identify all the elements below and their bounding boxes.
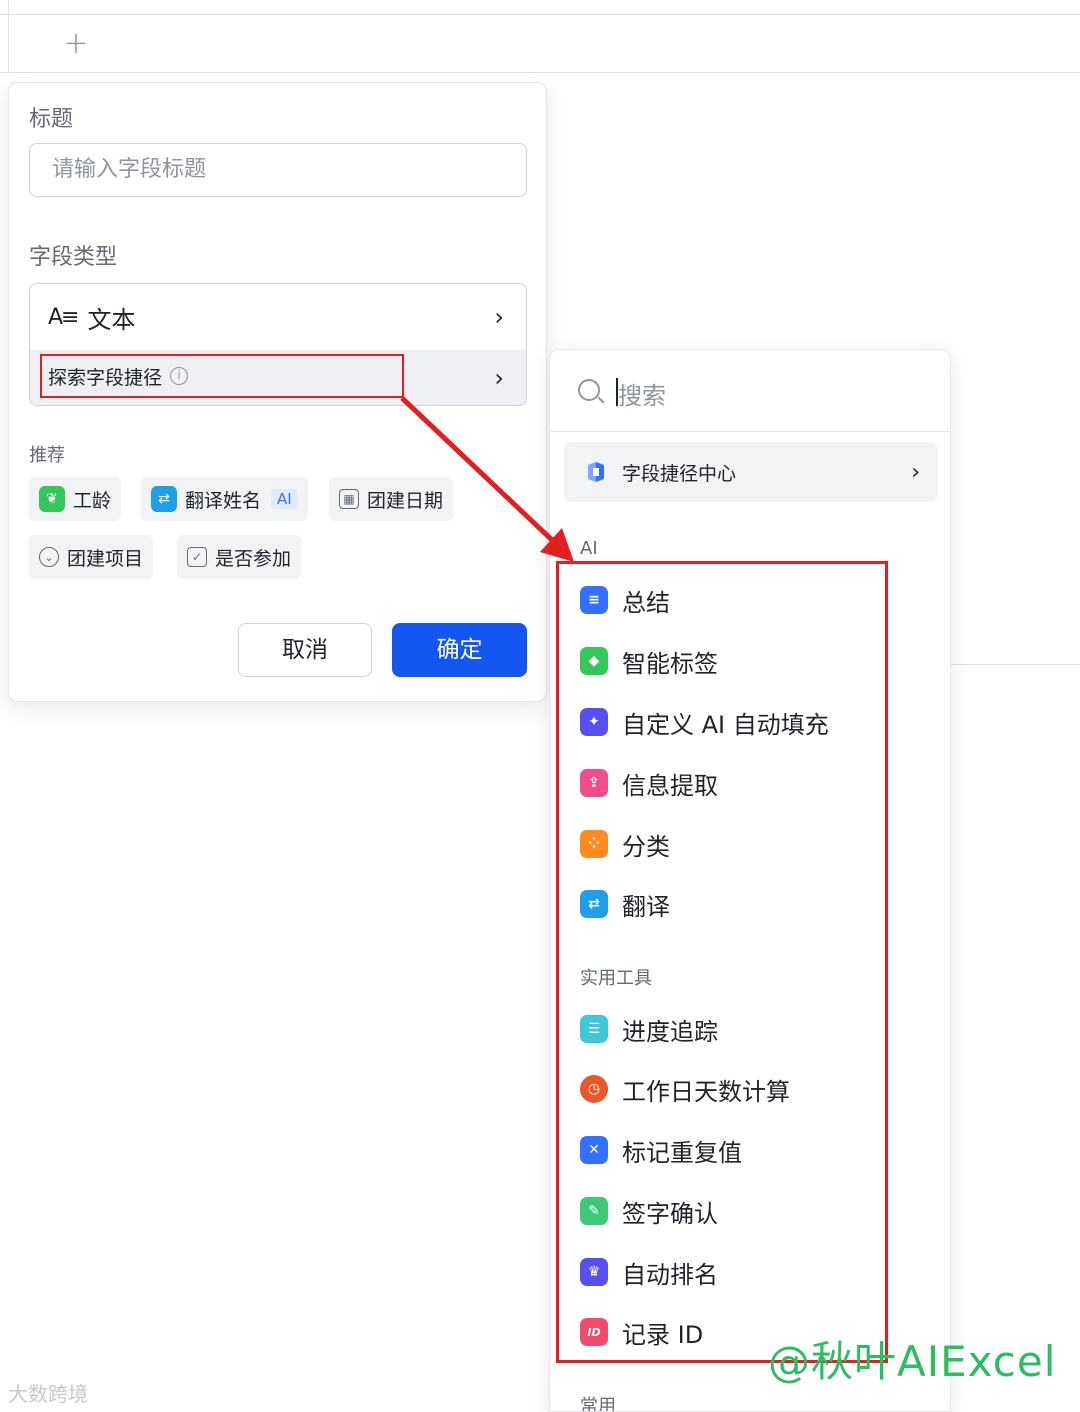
translate-icon: ⇄ xyxy=(580,890,608,918)
chip-team-date[interactable]: ▦ 团建日期 xyxy=(329,477,454,521)
search-icon xyxy=(578,379,600,401)
menu-item-summary[interactable]: ≡ 总结 xyxy=(580,580,670,620)
field-type-select: A≡ 文本 › 探索字段捷径 i › xyxy=(29,283,527,406)
menu-item-label: 进度追踪 xyxy=(622,1017,718,1046)
cancel-button[interactable]: 取消 xyxy=(238,623,372,677)
option-circle-icon: ⌄ xyxy=(39,547,59,567)
explore-shortcuts-row[interactable]: 探索字段捷径 i › xyxy=(30,350,526,405)
translate-icon: ⇄ xyxy=(151,486,177,512)
recommend-label: 推荐 xyxy=(29,445,65,466)
menu-item-label: 标记重复值 xyxy=(622,1138,742,1167)
section-title-tools: 实用工具 xyxy=(580,968,652,989)
menu-item-label: 签字确认 xyxy=(622,1199,718,1228)
shortcut-center-button[interactable]: 字段捷径中心 › xyxy=(564,442,938,502)
menu-item-smart-tag[interactable]: ◆ 智能标签 xyxy=(580,641,718,681)
clock-icon: ◷ xyxy=(580,1075,608,1103)
field-title-input[interactable]: 请输入字段标题 xyxy=(29,143,527,197)
corner-watermark: 大数跨境 xyxy=(8,1382,88,1406)
info-icon[interactable]: i xyxy=(170,367,189,385)
chip-team-project[interactable]: ⌄ 团建项目 xyxy=(29,535,154,579)
chip-translate-name[interactable]: ⇄ 翻译姓名 AI xyxy=(141,477,308,521)
menu-item-progress[interactable]: ☰ 进度追踪 xyxy=(580,1009,718,1049)
title-label: 标题 xyxy=(29,107,74,132)
id-icon: ID xyxy=(580,1318,608,1346)
signature-icon: ✎ xyxy=(580,1197,608,1225)
field-type-value: 文本 xyxy=(87,305,136,334)
seedling-icon: ❦ xyxy=(39,486,65,512)
menu-item-label: 信息提取 xyxy=(622,771,718,800)
summary-icon: ≡ xyxy=(580,586,608,614)
menu-item-custom-ai-fill[interactable]: ✦ 自定义 AI 自动填充 xyxy=(580,702,829,742)
chevron-right-icon: › xyxy=(911,459,920,485)
menu-item-auto-rank[interactable]: ♛ 自动排名 xyxy=(580,1252,718,1292)
field-shortcuts-menu: 搜索 字段捷径中心 › AI ≡ 总结 ◆ 智能标签 ✦ 自定义 AI 自动填充 ⇪ 信… xyxy=(549,349,951,1412)
section-title-ai: AI xyxy=(580,538,598,559)
menu-item-label: 总结 xyxy=(622,588,670,617)
menu-item-label: 翻译 xyxy=(622,892,670,921)
checkbox-icon: ✓ xyxy=(187,547,207,567)
menu-item-extract[interactable]: ⇪ 信息提取 xyxy=(580,763,718,803)
chip-label: 翻译姓名 xyxy=(185,489,262,512)
menu-item-mark-duplicates[interactable]: ✕ 标记重复值 xyxy=(580,1130,742,1170)
field-config-panel: 标题 请输入字段标题 字段类型 A≡ 文本 › 探索字段捷径 i › 推荐 ❦ … xyxy=(8,82,547,702)
calendar-icon: ▦ xyxy=(339,489,359,509)
pin-icon: ✕ xyxy=(580,1136,608,1164)
explore-shortcuts-label: 探索字段捷径 xyxy=(48,366,163,389)
field-type-text-option[interactable]: A≡ 文本 › xyxy=(30,284,526,350)
menu-item-translate[interactable]: ⇄ 翻译 xyxy=(580,884,670,924)
menu-item-category[interactable]: ⁘ 分类 xyxy=(580,824,670,864)
confirm-button[interactable]: 确定 xyxy=(392,623,527,677)
category-icon: ⁘ xyxy=(580,830,608,858)
chip-attend[interactable]: ✓ 是否参加 xyxy=(177,535,302,579)
chip-seniority[interactable]: ❦ 工龄 xyxy=(29,477,122,521)
grid-line xyxy=(0,14,1080,15)
field-type-label: 字段类型 xyxy=(29,245,118,270)
grid-line xyxy=(8,0,9,72)
grid-line xyxy=(0,72,1080,73)
shortcut-center-label: 字段捷径中心 xyxy=(622,462,737,485)
menu-item-label: 分类 xyxy=(622,832,670,861)
chip-label: 团建日期 xyxy=(367,489,444,512)
chip-label: 是否参加 xyxy=(215,547,292,570)
text-type-icon: A≡ xyxy=(48,304,80,330)
progress-icon: ☰ xyxy=(580,1015,608,1043)
search-input[interactable]: 搜索 xyxy=(618,376,666,411)
extract-icon: ⇪ xyxy=(580,769,608,797)
tag-icon: ◆ xyxy=(580,647,608,675)
sparkle-icon: ✦ xyxy=(580,708,608,736)
add-column-button[interactable]: + xyxy=(60,28,92,60)
menu-item-signature[interactable]: ✎ 签字确认 xyxy=(580,1191,718,1231)
shortcut-center-icon xyxy=(584,460,608,484)
watermark-text: @秋叶AIExcel xyxy=(768,1337,1057,1386)
menu-item-label: 智能标签 xyxy=(622,649,718,678)
grid-line xyxy=(951,664,1080,665)
ai-badge: AI xyxy=(271,489,298,509)
section-title-common: 常用 xyxy=(580,1396,616,1412)
chevron-right-icon: › xyxy=(494,303,504,331)
chevron-right-icon: › xyxy=(494,364,504,392)
menu-item-label: 工作日天数计算 xyxy=(622,1077,790,1106)
chip-label: 团建项目 xyxy=(67,547,144,570)
menu-item-record-id[interactable]: ID 记录 ID xyxy=(580,1312,703,1352)
menu-item-label: 自动排名 xyxy=(622,1260,718,1289)
ranking-icon: ♛ xyxy=(580,1258,608,1286)
menu-item-workday-calc[interactable]: ◷ 工作日天数计算 xyxy=(580,1069,790,1109)
menu-item-label: 记录 ID xyxy=(622,1320,704,1349)
menu-item-label: 自定义 AI 自动填充 xyxy=(622,710,829,739)
search-bar[interactable]: 搜索 xyxy=(550,350,950,432)
explore-shortcuts-highlight: 探索字段捷径 i xyxy=(40,354,404,398)
chip-label: 工龄 xyxy=(73,489,112,512)
